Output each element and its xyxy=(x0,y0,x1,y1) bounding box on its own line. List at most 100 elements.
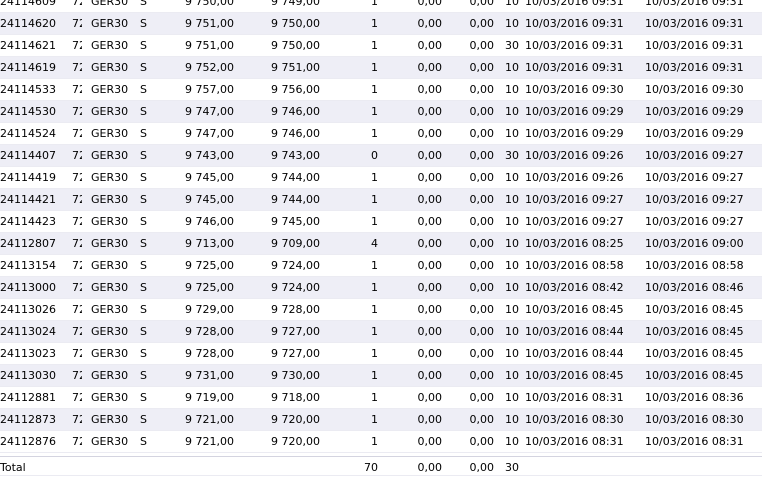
cell-truncated-col: 72 xyxy=(72,17,82,30)
table-row[interactable]: 2411453372GER30S9 757,009 756,0010,000,0… xyxy=(0,79,762,101)
cell-ticket: 24113026 xyxy=(0,303,56,316)
cell-open-time: 10/03/2016 08:31 xyxy=(525,391,624,404)
cell-symbol: GER30 xyxy=(91,347,129,360)
cell-truncated-col: 72 xyxy=(72,0,82,8)
cell-close-time: 10/03/2016 09:27 xyxy=(645,171,744,184)
cell-truncated-col: 72 xyxy=(72,281,82,294)
table-row[interactable]: 2411287372GER30S9 721,009 720,0010,000,0… xyxy=(0,409,762,431)
cell-value-1: 0,00 xyxy=(417,127,443,140)
table-row[interactable]: 2411280772GER30S9 713,009 709,0040,000,0… xyxy=(0,233,762,255)
cell-close-price: 9 730,00 xyxy=(271,369,320,382)
cell-close-price: 9 724,00 xyxy=(271,281,320,294)
cell-close-time: 10/03/2016 08:46 xyxy=(645,281,744,294)
cell-quantity: 1 xyxy=(371,259,378,272)
cell-symbol: GER30 xyxy=(91,325,129,338)
cell-ticket: 24114423 xyxy=(0,215,56,228)
cell-open-price: 9 747,00 xyxy=(185,105,234,118)
cell-value-1: 0,00 xyxy=(417,413,443,426)
cell-open-price: 9 731,00 xyxy=(185,369,234,382)
cell-open-price: 9 743,00 xyxy=(185,149,234,162)
cell-truncated-col-2: 10 xyxy=(505,127,519,140)
table-row[interactable]: 2411462072GER30S9 751,009 750,0010,000,0… xyxy=(0,13,762,35)
table-row[interactable]: 2411462172GER30S9 751,009 750,0010,000,0… xyxy=(0,35,762,57)
table-row[interactable]: 2411287672GER30S9 721,009 720,0010,000,0… xyxy=(0,431,762,453)
cell-value-1: 0,00 xyxy=(417,215,443,228)
cell-open-time: 10/03/2016 08:45 xyxy=(525,303,624,316)
cell-ticket: 24114619 xyxy=(0,61,56,74)
cell-close-time: 10/03/2016 08:58 xyxy=(645,259,744,272)
cell-truncated-col: 72 xyxy=(72,127,82,140)
cell-symbol: GER30 xyxy=(91,369,129,382)
cell-close-price: 9 743,00 xyxy=(271,149,320,162)
cell-truncated-col-2: 10 xyxy=(505,325,519,338)
table-row[interactable]: 2411302472GER30S9 728,009 727,0010,000,0… xyxy=(0,321,762,343)
cell-close-price: 9 720,00 xyxy=(271,435,320,448)
cell-ticket: 24114621 xyxy=(0,39,56,52)
table-row[interactable]: 2411453072GER30S9 747,009 746,0010,000,0… xyxy=(0,101,762,123)
cell-close-time: 10/03/2016 08:45 xyxy=(645,303,744,316)
cell-open-price: 9 728,00 xyxy=(185,325,234,338)
cell-symbol: GER30 xyxy=(91,61,129,74)
cell-quantity: 1 xyxy=(371,369,378,382)
cell-open-time: 10/03/2016 09:26 xyxy=(525,149,624,162)
cell-truncated-col: 72 xyxy=(72,61,82,74)
cell-value-2: 0,00 xyxy=(469,171,495,184)
cell-truncated-col-2: 10 xyxy=(505,61,519,74)
cell-open-time: 10/03/2016 08:42 xyxy=(525,281,624,294)
table-row[interactable]: 2411288172GER30S9 719,009 718,0010,000,0… xyxy=(0,387,762,409)
cell-close-price: 9 720,00 xyxy=(271,413,320,426)
cell-ticket: 24112876 xyxy=(0,435,56,448)
table-row[interactable]: 2411452472GER30S9 747,009 746,0010,000,0… xyxy=(0,123,762,145)
cell-close-price: 9 744,00 xyxy=(271,193,320,206)
cell-close-price: 9 749,00 xyxy=(271,0,320,8)
cell-value-2: 0,00 xyxy=(469,105,495,118)
cell-truncated-col: 72 xyxy=(72,347,82,360)
cell-truncated-col-2: 10 xyxy=(505,237,519,250)
table-row[interactable]: 2411300072GER30S9 725,009 724,0010,000,0… xyxy=(0,277,762,299)
table-row[interactable]: 2411440772GER30S9 743,009 743,0000,000,0… xyxy=(0,145,762,167)
cell-open-time: 10/03/2016 09:29 xyxy=(525,105,624,118)
cell-symbol: GER30 xyxy=(91,0,129,8)
total-qty: 70 xyxy=(364,461,378,474)
cell-symbol: GER30 xyxy=(91,215,129,228)
cell-quantity: 1 xyxy=(371,127,378,140)
cell-ticket: 24113030 xyxy=(0,369,56,382)
cell-value-2: 0,00 xyxy=(469,17,495,30)
cell-close-time: 10/03/2016 09:29 xyxy=(645,127,744,140)
table-row[interactable]: 2411460972GER30S9 750,009 749,0010,000,0… xyxy=(0,0,762,13)
table-row[interactable]: 2411302672GER30S9 729,009 728,0010,000,0… xyxy=(0,299,762,321)
cell-truncated-col: 72 xyxy=(72,413,82,426)
cell-quantity: 1 xyxy=(371,83,378,96)
cell-symbol: GER30 xyxy=(91,193,129,206)
cell-ticket: 24113023 xyxy=(0,347,56,360)
cell-truncated-col-2: 10 xyxy=(505,413,519,426)
cell-open-price: 9 719,00 xyxy=(185,391,234,404)
cell-ticket: 24112807 xyxy=(0,237,56,250)
cell-truncated-col: 72 xyxy=(72,259,82,272)
cell-open-time: 10/03/2016 09:27 xyxy=(525,215,624,228)
cell-quantity: 1 xyxy=(371,325,378,338)
cell-value-2: 0,00 xyxy=(469,347,495,360)
table-row[interactable]: 2411442372GER30S9 746,009 745,0010,000,0… xyxy=(0,211,762,233)
cell-close-time: 10/03/2016 08:45 xyxy=(645,347,744,360)
cell-close-time: 10/03/2016 09:29 xyxy=(645,105,744,118)
cell-truncated-col: 72 xyxy=(72,171,82,184)
cell-truncated-col-2: 10 xyxy=(505,0,519,8)
trade-history-grid: 2411460972GER30S9 750,009 749,0010,000,0… xyxy=(0,0,762,476)
cell-open-time: 10/03/2016 09:31 xyxy=(525,0,624,8)
table-row[interactable]: 2411441972GER30S9 745,009 744,0010,000,0… xyxy=(0,167,762,189)
cell-truncated-col: 72 xyxy=(72,303,82,316)
table-row[interactable]: 2411461972GER30S9 752,009 751,0010,000,0… xyxy=(0,57,762,79)
table-row[interactable]: 2411315472GER30S9 725,009 724,0010,000,0… xyxy=(0,255,762,277)
cell-open-time: 10/03/2016 08:25 xyxy=(525,237,624,250)
cell-value-1: 0,00 xyxy=(417,171,443,184)
cell-symbol: GER30 xyxy=(91,83,129,96)
cell-open-price: 9 713,00 xyxy=(185,237,234,250)
table-row[interactable]: 2411442172GER30S9 745,009 744,0010,000,0… xyxy=(0,189,762,211)
cell-close-time: 10/03/2016 09:30 xyxy=(645,83,744,96)
cell-truncated-col-2: 10 xyxy=(505,215,519,228)
cell-value-2: 0,00 xyxy=(469,83,495,96)
table-row[interactable]: 2411303072GER30S9 731,009 730,0010,000,0… xyxy=(0,365,762,387)
cell-ticket: 24113154 xyxy=(0,259,56,272)
table-row[interactable]: 2411302372GER30S9 728,009 727,0010,000,0… xyxy=(0,343,762,365)
